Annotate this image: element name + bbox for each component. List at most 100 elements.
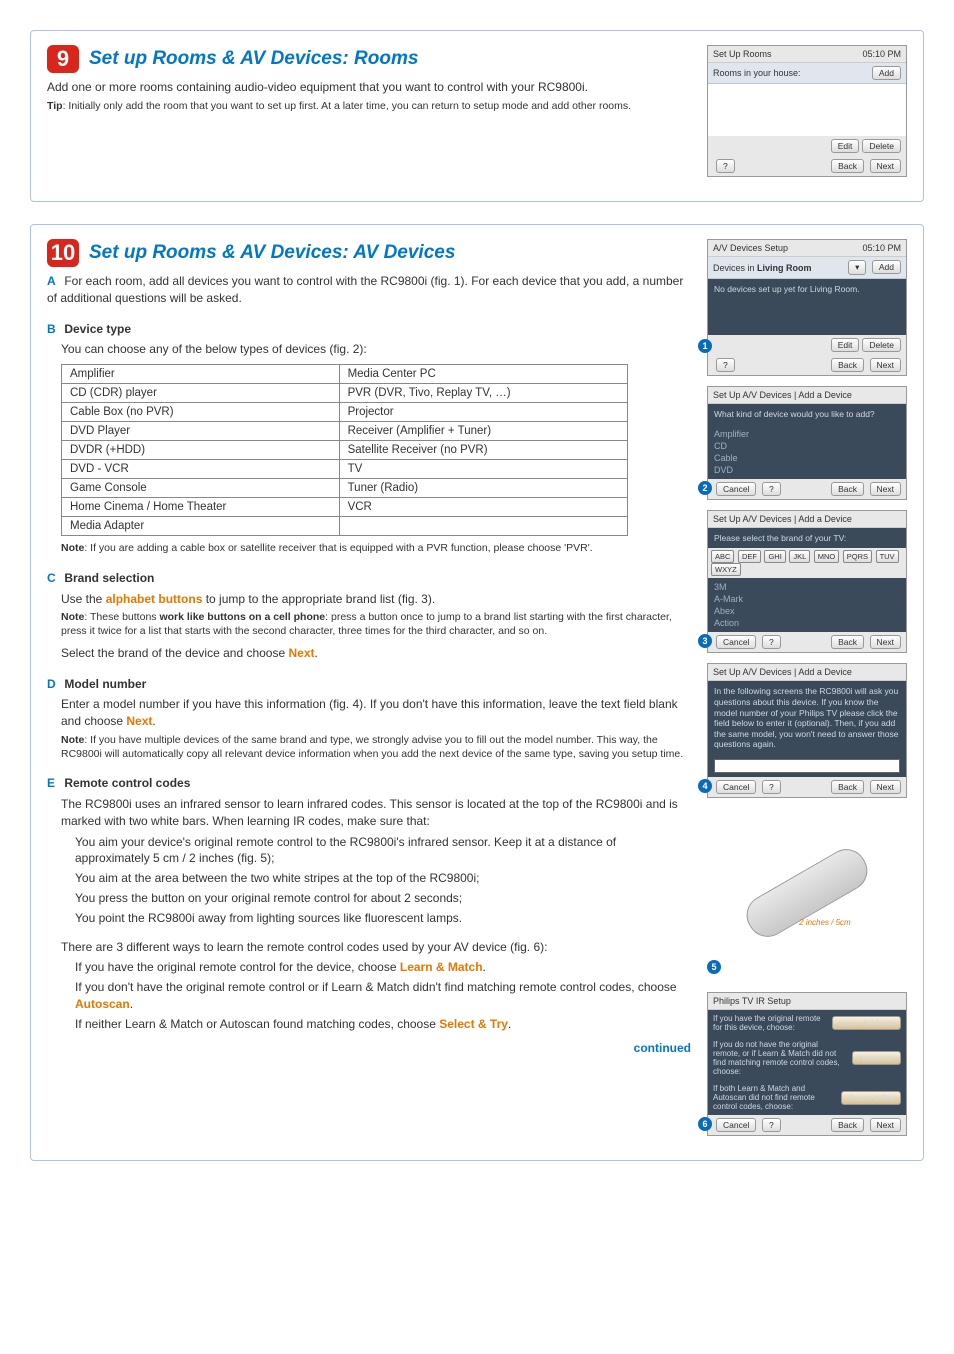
learn-match-button[interactable]: Learn & Match xyxy=(832,1016,901,1030)
table-row: AmplifierMedia Center PC xyxy=(62,365,628,384)
mock-delete-button[interactable]: Delete xyxy=(862,338,901,352)
mock-dropdown-icon[interactable]: ▾ xyxy=(848,260,866,275)
letter-d: D xyxy=(47,676,61,693)
section-9: 9 Set up Rooms & AV Devices: Rooms Add o… xyxy=(30,30,924,202)
sub-e-heading: Remote control codes xyxy=(64,776,190,790)
mock-help-button[interactable]: ? xyxy=(762,482,781,496)
mock-add-button[interactable]: Add xyxy=(872,66,901,80)
mock-help-button[interactable]: ? xyxy=(716,358,735,372)
select-try-button[interactable]: Select & Try xyxy=(841,1091,901,1105)
mock-delete-button[interactable]: Delete xyxy=(862,139,901,153)
table-row: DVDR (+HDD)Satellite Receiver (no PVR) xyxy=(62,441,628,460)
mock-model-number: Set Up A/V Devices | Add a Device In the… xyxy=(707,663,907,798)
list-item[interactable]: 3M xyxy=(714,581,900,593)
device-type-table: AmplifierMedia Center PC CD (CDR) player… xyxy=(61,364,628,536)
sub-b: B Device type You can choose any of the … xyxy=(47,321,691,556)
mock-help-button[interactable]: ? xyxy=(762,1118,781,1132)
table-row: Game ConsoleTuner (Radio) xyxy=(62,479,628,498)
sub-e-bullets1: You aim your device's original remote co… xyxy=(47,834,691,927)
sub-e-bullets2: If you have the original remote control … xyxy=(47,959,691,1032)
callout-6: 6 xyxy=(698,1117,712,1131)
remote-distance-illustration: 5 xyxy=(707,808,907,978)
mock-rooms-screen: Set Up Rooms 05:10 PM Rooms in your hous… xyxy=(707,45,907,177)
section-9-intro: Add one or more rooms containing audio-v… xyxy=(47,79,691,96)
mock-back-button[interactable]: Back xyxy=(831,635,864,649)
model-input[interactable] xyxy=(714,759,900,773)
mock-next-button[interactable]: Next xyxy=(870,159,901,173)
mock-rooms-label: Rooms in your house: xyxy=(713,68,801,78)
next-term-d: Next xyxy=(126,714,152,728)
letter-e: E xyxy=(47,775,61,792)
alpha-button[interactable]: GHI xyxy=(764,550,785,563)
alphabet-buttons-term: alphabet buttons xyxy=(106,592,203,606)
list-item[interactable]: A-Mark xyxy=(714,593,900,605)
section-10-title: Set up Rooms & AV Devices: AV Devices xyxy=(89,242,455,264)
callout-1: 1 xyxy=(698,339,712,353)
table-row: Cable Box (no PVR)Projector xyxy=(62,403,628,422)
mock-cancel-button[interactable]: Cancel xyxy=(716,635,756,649)
mock-back-button[interactable]: Back xyxy=(831,159,864,173)
alpha-button[interactable]: PQRS xyxy=(843,550,872,563)
alpha-button[interactable]: TUV xyxy=(876,550,899,563)
sub-a: A For each room, add all devices you wan… xyxy=(47,273,691,307)
list-item[interactable]: Amplifier xyxy=(714,428,900,440)
list-item[interactable]: DVD xyxy=(714,464,900,476)
mock-edit-button[interactable]: Edit xyxy=(831,338,860,352)
letter-c: C xyxy=(47,570,61,587)
list-item: If you don't have the original remote co… xyxy=(75,979,691,1013)
alpha-button[interactable]: DEF xyxy=(738,550,761,563)
sub-e-para2: There are 3 different ways to learn the … xyxy=(47,939,691,956)
mock-next-button[interactable]: Next xyxy=(870,482,901,496)
mock-rooms-title: Set Up Rooms xyxy=(713,49,772,59)
table-row: Home Cinema / Home TheaterVCR xyxy=(62,498,628,517)
mock-back-button[interactable]: Back xyxy=(831,482,864,496)
list-item[interactable]: Action xyxy=(714,617,900,629)
table-row: CD (CDR) playerPVR (DVR, Tivo, Replay TV… xyxy=(62,384,628,403)
section-9-title: Set up Rooms & AV Devices: Rooms xyxy=(89,48,418,70)
sub-b-intro: You can choose any of the below types of… xyxy=(47,341,691,358)
alpha-button[interactable]: WXYZ xyxy=(711,563,741,576)
mock-next-button[interactable]: Next xyxy=(870,1118,901,1132)
callout-4: 4 xyxy=(698,779,712,793)
mock-next-button[interactable]: Next xyxy=(870,358,901,372)
mock-rooms-time: 05:10 PM xyxy=(862,49,901,59)
mock-edit-button[interactable]: Edit xyxy=(831,139,860,153)
list-item[interactable]: Cable xyxy=(714,452,900,464)
mock-cancel-button[interactable]: Cancel xyxy=(716,482,756,496)
alpha-button[interactable]: JKL xyxy=(789,550,810,563)
sub-d-note: Note: If you have multiple devices of th… xyxy=(47,734,691,761)
list-item[interactable]: CD xyxy=(714,440,900,452)
sub-a-text: For each room, add all devices you want … xyxy=(47,274,683,305)
alpha-button[interactable]: MNO xyxy=(814,550,840,563)
mock-help-button[interactable]: ? xyxy=(762,635,781,649)
tip-label: Tip xyxy=(47,100,63,112)
mock-help-button[interactable]: ? xyxy=(716,159,735,173)
mock-next-button[interactable]: Next xyxy=(870,635,901,649)
sub-b-heading: Device type xyxy=(64,322,131,336)
mock-cancel-button[interactable]: Cancel xyxy=(716,1118,756,1132)
mock-next-button[interactable]: Next xyxy=(870,780,901,794)
sub-e: E Remote control codes The RC9800i uses … xyxy=(47,775,691,1032)
autoscan-button[interactable]: Autoscan xyxy=(852,1051,901,1065)
list-item: If neither Learn & Match or Autoscan fou… xyxy=(75,1016,691,1033)
list-item: If you have the original remote control … xyxy=(75,959,691,976)
alpha-button[interactable]: ABC xyxy=(711,550,734,563)
mock-add-button[interactable]: Add xyxy=(872,260,901,274)
table-row: Media Adapter xyxy=(62,517,628,536)
sub-b-note: Note: If you are adding a cable box or s… xyxy=(47,542,691,556)
mock-cancel-button[interactable]: Cancel xyxy=(716,780,756,794)
mock-back-button[interactable]: Back xyxy=(831,358,864,372)
letter-b: B xyxy=(47,321,61,338)
table-row: DVD - VCRTV xyxy=(62,460,628,479)
mock-brand-select: Set Up A/V Devices | Add a Device Please… xyxy=(707,510,907,654)
tip-text: : Initially only add the room that you w… xyxy=(63,100,631,112)
callout-2: 2 xyxy=(698,481,712,495)
mock-back-button[interactable]: Back xyxy=(831,780,864,794)
table-row: DVD PlayerReceiver (Amplifier + Tuner) xyxy=(62,422,628,441)
list-item: You aim at the area between the two whit… xyxy=(75,870,691,887)
autoscan-term: Autoscan xyxy=(75,997,130,1011)
mock-add-device-type: Set Up A/V Devices | Add a Device What k… xyxy=(707,386,907,500)
mock-help-button[interactable]: ? xyxy=(762,780,781,794)
mock-back-button[interactable]: Back xyxy=(831,1118,864,1132)
list-item[interactable]: Abex xyxy=(714,605,900,617)
